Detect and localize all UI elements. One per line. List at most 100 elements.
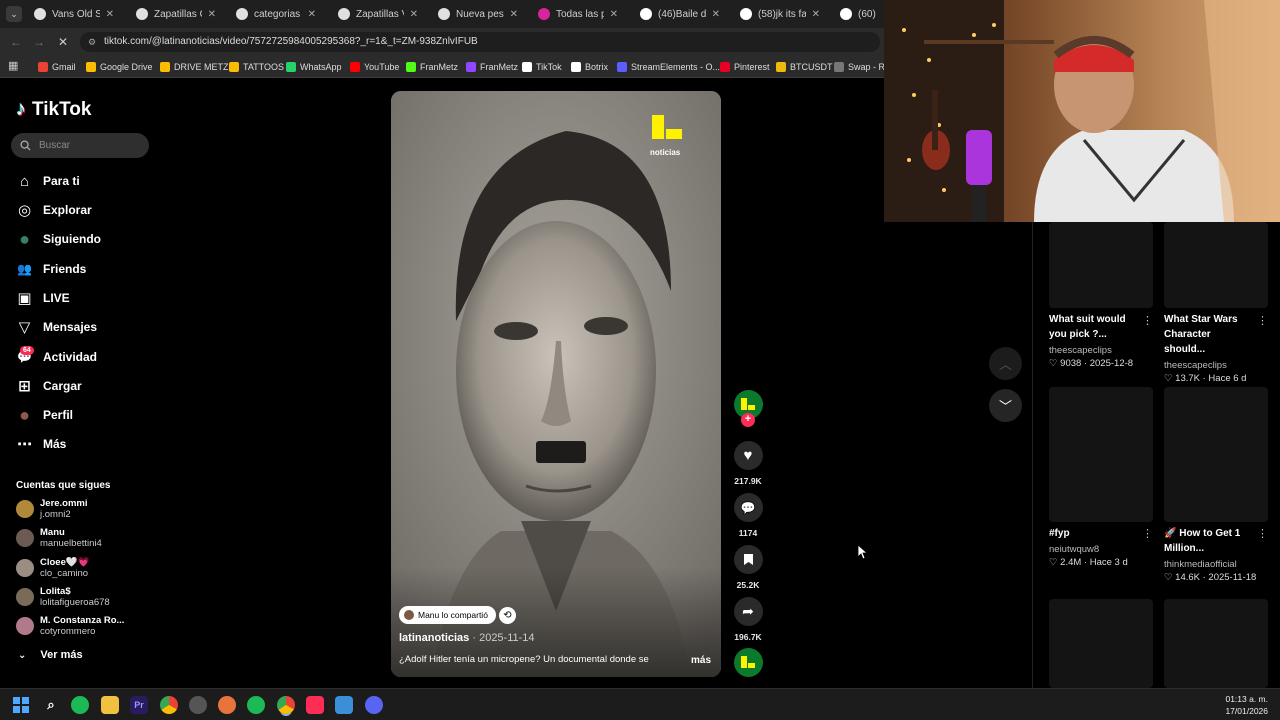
bookmark-item[interactable]: TikTok [522,59,562,75]
clock-date: 17/01/2026 [1225,706,1268,716]
recommendation-card[interactable]: ⋮ 🚀 How to Get 1 Million... thinkmediaof… [1164,387,1268,583]
browser-tab[interactable]: Zapatillas Old S ✕ [128,3,224,25]
follow-plus-icon[interactable]: + [741,413,755,427]
bookmark-item[interactable]: WhatsApp [286,59,342,75]
app-blue-icon[interactable] [335,696,353,714]
recommendation-card[interactable]: ⋮ What Star Wars Character should... the… [1164,222,1268,384]
bookmark-item[interactable]: TATTOOS [229,59,284,75]
nav-item[interactable]: 👥 Friends [16,258,86,280]
like-button[interactable]: ♥ 217.9K [733,441,763,486]
followed-account[interactable]: Manu manuelbettini4 [16,527,102,549]
tab-title: Nueva pestaña [456,8,504,20]
back-icon[interactable]: ← [10,35,22,49]
premiere-pro-icon[interactable]: Pr [130,696,148,714]
nav-item[interactable]: ● Perfil [16,404,73,426]
followed-account[interactable]: Jere.ommi j.omni2 [16,498,88,520]
windows-start-icon[interactable] [12,696,30,714]
bookmark-favicon-icon [522,62,532,72]
bookmark-item[interactable]: FranMetz [406,59,458,75]
site-info-icon[interactable]: ⚙ [88,32,96,52]
bookmark-item[interactable]: DRIVE METZ [160,59,229,75]
bookmark-item[interactable]: BTCUSDT [776,59,833,75]
tab-close-icon[interactable]: ✕ [510,9,518,20]
sound-disc-button[interactable] [733,648,763,677]
instagram-icon [538,8,550,20]
followed-account[interactable]: Cloee🤍💗 clo_camino [16,557,90,579]
shared-by-chip[interactable]: Manu lo compartió [399,606,496,624]
next-video-button[interactable]: ﹀ [989,389,1022,422]
chrome-active-icon[interactable] [277,696,295,714]
file-explorer-icon[interactable] [101,696,119,714]
recommendation-card[interactable]: ⋮ #fyp neiutwquw8 ♡ 2.4M · Hace 3 d [1049,387,1153,568]
tab-close-icon[interactable]: ✕ [208,9,216,20]
caption-more-button[interactable]: más [691,655,711,666]
bookmark-item[interactable]: Pinterest [720,59,770,75]
tab-close-icon[interactable]: ✕ [106,9,114,20]
tiktok-logo[interactable]: ♪ TikTok [16,98,91,121]
tab-close-icon[interactable]: ✕ [712,9,720,20]
see-more-button[interactable]: ⌄ Ver más [18,649,83,661]
bookmark-item[interactable]: FranMetz [466,59,518,75]
chrome-icon[interactable] [160,696,178,714]
browser-tab[interactable]: Zapatillas Vans ✕ [330,3,426,25]
url-field[interactable]: ⚙ tiktok.com/@latinanoticias/video/75727… [80,32,880,52]
discord-icon[interactable] [365,696,383,714]
browser-tab[interactable]: Vans Old Scho ✕ [26,3,122,25]
browser-tab[interactable]: (58)jk its fanma ✕ [732,3,828,25]
nav-item[interactable]: ▽ Mensajes [16,316,97,338]
kebab-menu-icon[interactable]: ⋮ [1257,314,1268,327]
reload-stop-icon[interactable]: ✕ [58,35,68,49]
spotify-icon-2[interactable] [247,696,265,714]
obs-icon[interactable] [189,696,207,714]
author-avatar-button[interactable]: + [733,390,763,427]
share-button[interactable]: ➦ 196.7K [733,597,763,642]
nav-item[interactable]: ● Siguiendo [16,228,101,250]
save-button[interactable]: 25.2K [733,545,763,590]
kebab-menu-icon[interactable]: ⋮ [1142,527,1153,540]
tab-close-icon[interactable]: ✕ [812,9,820,20]
tab-close-icon[interactable]: ✕ [410,9,418,20]
app-orange-icon[interactable] [218,696,236,714]
comment-button[interactable]: 💬 1174 [733,493,763,538]
recommendation-card[interactable]: ⋮ What suit would you pick ?... theescap… [1049,222,1153,369]
followed-account[interactable]: Lolita$ lolitafigueroa678 [16,586,110,608]
tab-close-icon[interactable]: ✕ [610,9,618,20]
bookmark-item[interactable]: Google Drive [86,59,153,75]
spotify-icon[interactable] [71,696,89,714]
kebab-menu-icon[interactable]: ⋮ [1257,527,1268,540]
account-text: Manu manuelbettini4 [40,527,102,549]
apps-grid-icon[interactable]: ▦ [8,59,18,72]
forward-icon[interactable]: → [33,35,45,49]
bookmark-item[interactable]: Gmail [38,59,76,75]
tab-close-icon[interactable]: ✕ [308,9,316,20]
nav-item[interactable]: ⋯ Más [16,433,66,455]
nav-item[interactable]: ◎ Explorar [16,199,92,221]
system-clock[interactable]: 01:13 a. m. 17/01/2026 [1225,693,1268,717]
bookmark-item[interactable]: Swap - Ra [834,59,890,75]
url-text: tiktok.com/@latinanoticias/video/7572725… [104,36,478,47]
repost-icon[interactable]: ⟲ [499,607,516,624]
previous-video-button[interactable]: ︿ [989,347,1022,380]
browser-tab[interactable]: Todas las publi ✕ [530,3,626,25]
browser-tab[interactable]: (46)Baile del La ✕ [632,3,728,25]
bookmark-item[interactable]: Botrix [571,59,608,75]
nav-item[interactable]: ▣ LIVE [16,287,69,309]
nav-item[interactable]: ⌂ Para ti [16,170,80,192]
search-input[interactable]: Buscar [11,133,149,158]
followed-account[interactable]: M. Constanza Ro... cotyrommero [16,615,124,637]
browser-tab[interactable]: (60)Smili [832,3,884,25]
search-icon[interactable]: ⌕ [42,696,60,714]
kebab-menu-icon[interactable]: ⋮ [1142,314,1153,327]
webcam-streamer-feed [884,0,1280,222]
capcut-icon[interactable] [306,696,324,714]
browser-tab[interactable]: categorias ✕ [228,3,324,25]
browser-tab[interactable]: Nueva pestaña ✕ [430,3,526,25]
bookmark-item[interactable]: YouTube [350,59,399,75]
sharer-avatar [404,610,414,620]
nav-item[interactable]: ⊞ Cargar [16,375,81,397]
video-player[interactable]: noticias Manu lo compartió ⟲ latinanotic… [391,91,721,677]
video-author[interactable]: latinanoticias · 2025-11-14 [399,632,535,644]
bookmark-item[interactable]: StreamElements - O... [617,59,720,75]
upload-icon: ⊞ [18,378,31,395]
tab-search-button[interactable]: ⌄ [6,6,22,22]
